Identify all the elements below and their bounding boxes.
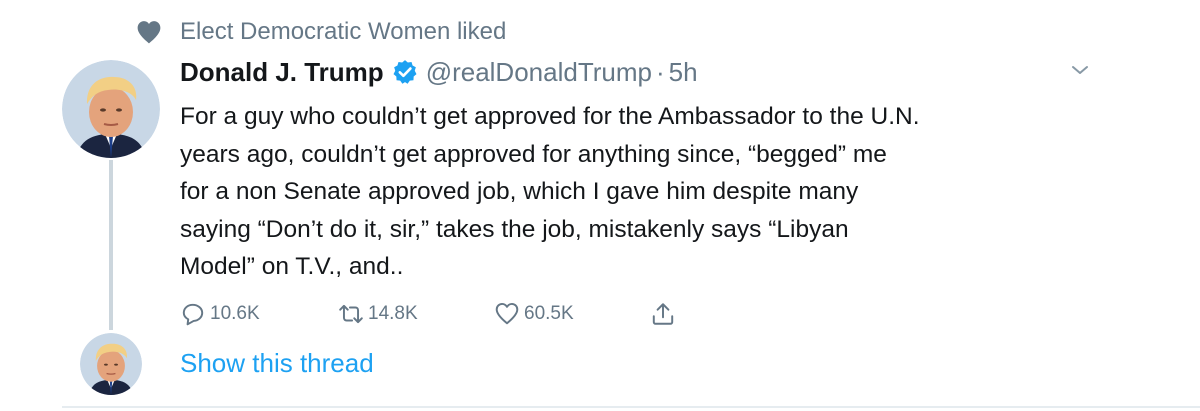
avatar-image	[80, 333, 142, 395]
social-context: Elect Democratic Women liked	[136, 14, 506, 50]
avatar-image	[62, 60, 160, 158]
separator-dot: ·	[655, 56, 665, 87]
share-button[interactable]	[650, 296, 676, 332]
retweet-button[interactable]: 14.8K	[338, 296, 418, 332]
show-thread-link[interactable]: Show this thread	[180, 348, 374, 379]
like-button[interactable]: 60.5K	[494, 296, 574, 332]
author-name[interactable]: Donald J. Trump	[180, 57, 384, 88]
heart-icon	[137, 21, 161, 44]
retweet-icon	[339, 304, 363, 324]
verified-badge-icon	[393, 60, 417, 84]
like-heart-icon	[495, 302, 519, 325]
tweet[interactable]: Elect Democratic Women liked Donald J. T…	[0, 0, 1200, 411]
share-icon	[652, 303, 674, 325]
chevron-down-icon[interactable]	[1066, 60, 1094, 80]
timestamp[interactable]: 5h	[669, 57, 698, 88]
tweet-header: Donald J. Trump @realDonaldTrump · 5h	[180, 52, 698, 92]
reply-button[interactable]: 10.6K	[180, 296, 260, 332]
tweet-text: For a guy who couldn’t get approved for …	[180, 103, 920, 280]
like-count: 60.5K	[524, 303, 574, 324]
author-avatar[interactable]	[62, 60, 160, 158]
reply-count: 10.6K	[210, 303, 260, 324]
reply-icon	[182, 303, 204, 326]
thread-avatar[interactable]	[80, 333, 142, 395]
retweet-count: 14.8K	[368, 303, 418, 324]
tweet-actions: 10.6K 14.8K 60.5K	[0, 296, 1200, 332]
divider	[62, 406, 1200, 408]
social-context-text: Elect Democratic Women liked	[180, 18, 507, 45]
author-handle[interactable]: @realDonaldTrump	[426, 57, 652, 88]
